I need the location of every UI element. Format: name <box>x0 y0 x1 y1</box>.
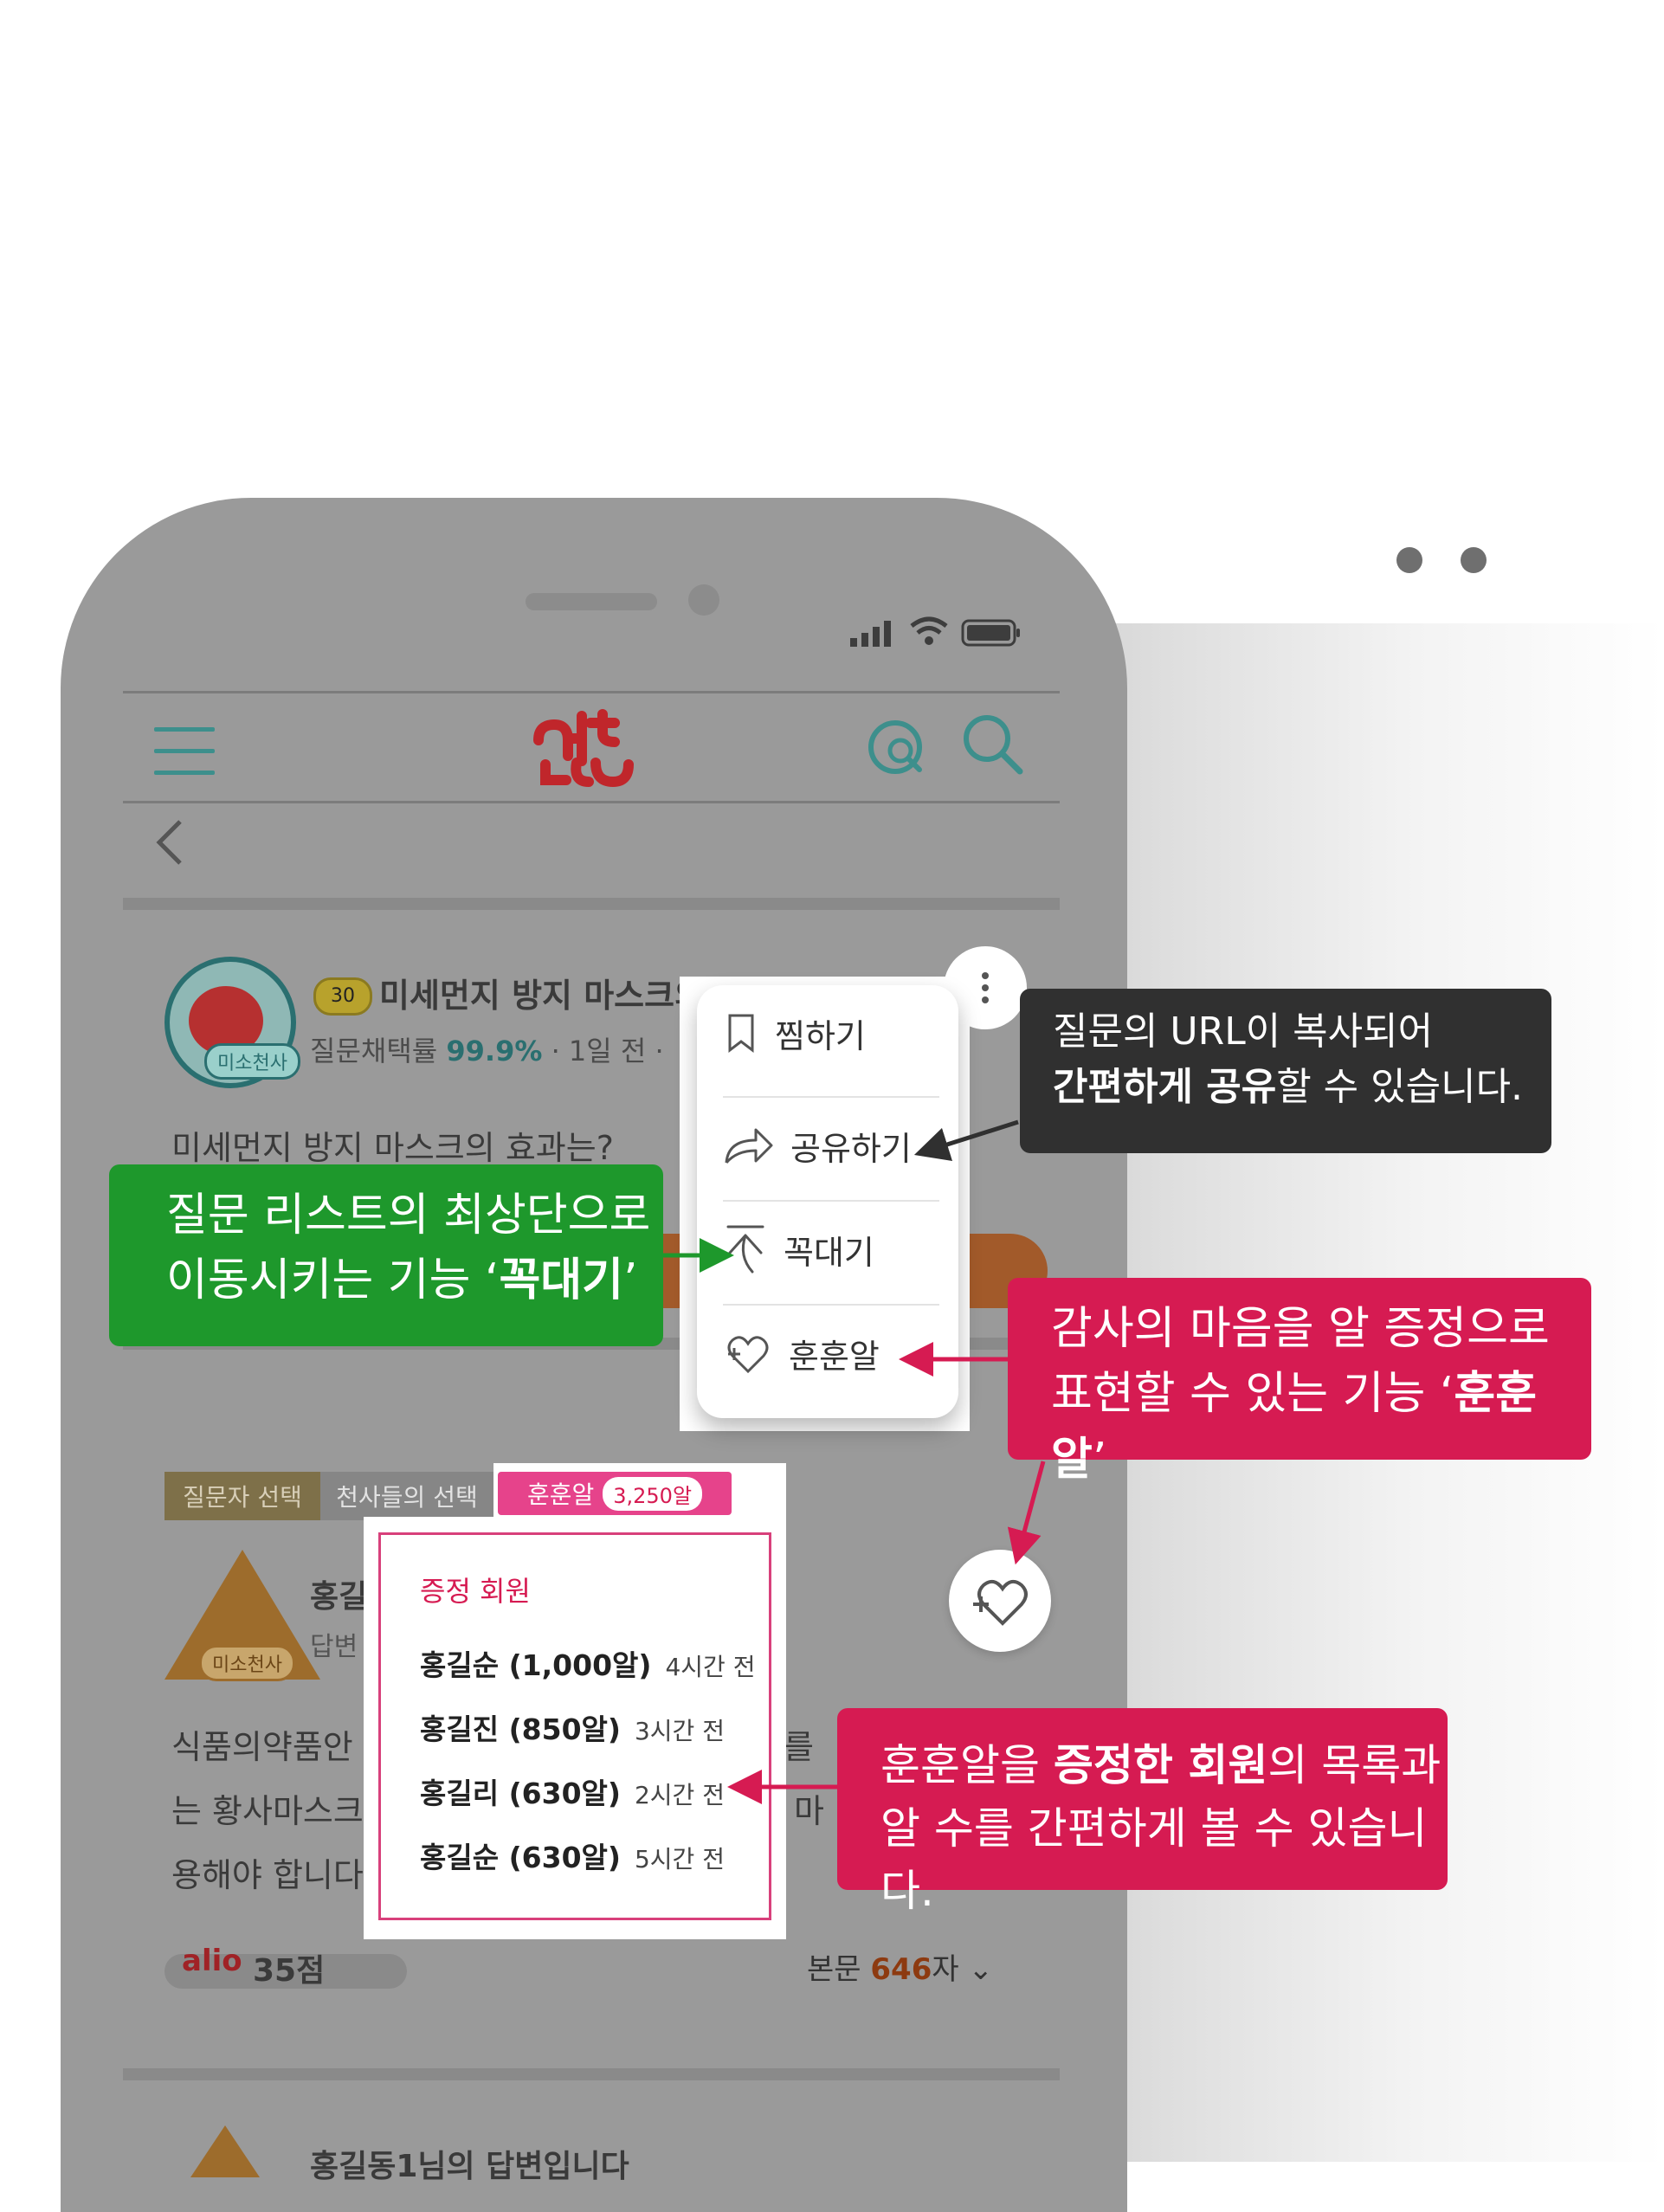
heart-button-arrow <box>1007 1461 1046 1565</box>
share-arrow <box>913 1119 1019 1162</box>
arrows-overlay <box>663 1119 1046 1804</box>
